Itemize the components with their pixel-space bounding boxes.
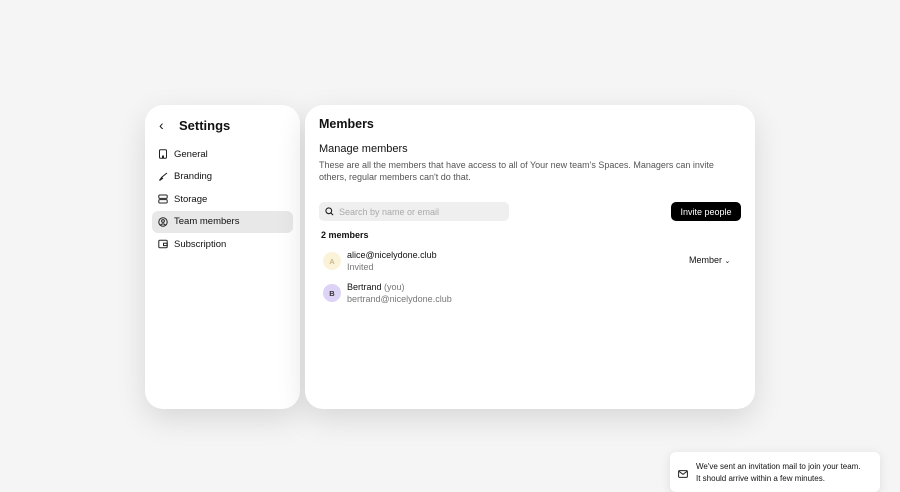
- page-title: Members: [319, 117, 374, 131]
- settings-nav: General Branding Storage Team members Su…: [152, 143, 293, 256]
- sidebar-title: Settings: [179, 117, 231, 133]
- section-description: These are all the members that have acce…: [319, 160, 714, 182]
- building-icon: [158, 149, 168, 159]
- member-row: A alice@nicelydone.club Invited: [323, 249, 437, 273]
- mail-icon: [678, 465, 688, 483]
- wallet-icon: [158, 239, 168, 249]
- sidebar-item-general[interactable]: General: [152, 143, 293, 166]
- user-circle-icon: [158, 217, 168, 227]
- chevron-down-icon: ⌄: [724, 258, 731, 265]
- avatar: A: [323, 252, 341, 270]
- role-label: Member: [689, 255, 723, 265]
- member-name: Bertrand: [347, 282, 382, 292]
- member-status: Invited: [347, 262, 374, 272]
- sidebar-item-label: Subscription: [174, 238, 227, 250]
- sidebar-item-label: Branding: [174, 171, 213, 183]
- toast-line-1: We've sent an invitation mail to join yo…: [696, 462, 861, 471]
- back-icon[interactable]: ‹: [159, 117, 169, 133]
- invitation-toast: We've sent an invitation mail to join yo…: [670, 452, 880, 492]
- section-title: Manage members: [319, 143, 408, 155]
- database-icon: [158, 194, 168, 204]
- members-panel: Members Manage members These are all the…: [305, 105, 755, 409]
- search-input[interactable]: [339, 206, 499, 217]
- sidebar-item-label: General: [174, 148, 208, 160]
- sidebar-item-team-members[interactable]: Team members: [152, 210, 293, 233]
- search-field[interactable]: [319, 202, 509, 221]
- settings-sidebar: ‹ Settings General Branding Storage Team…: [145, 105, 300, 409]
- avatar: B: [323, 284, 341, 302]
- sidebar-item-storage[interactable]: Storage: [152, 188, 293, 211]
- member-count: 2 members: [321, 230, 369, 240]
- sidebar-item-subscription[interactable]: Subscription: [152, 233, 293, 256]
- search-icon: [325, 203, 334, 221]
- sidebar-item-branding[interactable]: Branding: [152, 166, 293, 189]
- member-row: B Bertrand (you) bertrand@nicelydone.clu…: [323, 281, 452, 305]
- sidebar-item-label: Team members: [174, 216, 240, 228]
- you-tag: (you): [384, 282, 405, 292]
- toast-line-2: It should arrive within a few minutes.: [696, 474, 825, 483]
- sidebar-item-label: Storage: [174, 193, 208, 205]
- member-name: alice@nicelydone.club: [347, 250, 437, 260]
- paintbrush-icon: [158, 172, 168, 182]
- role-dropdown[interactable]: Member ⌄: [689, 255, 730, 265]
- invite-people-button[interactable]: Invite people: [671, 202, 741, 221]
- member-email: bertrand@nicelydone.club: [347, 294, 452, 304]
